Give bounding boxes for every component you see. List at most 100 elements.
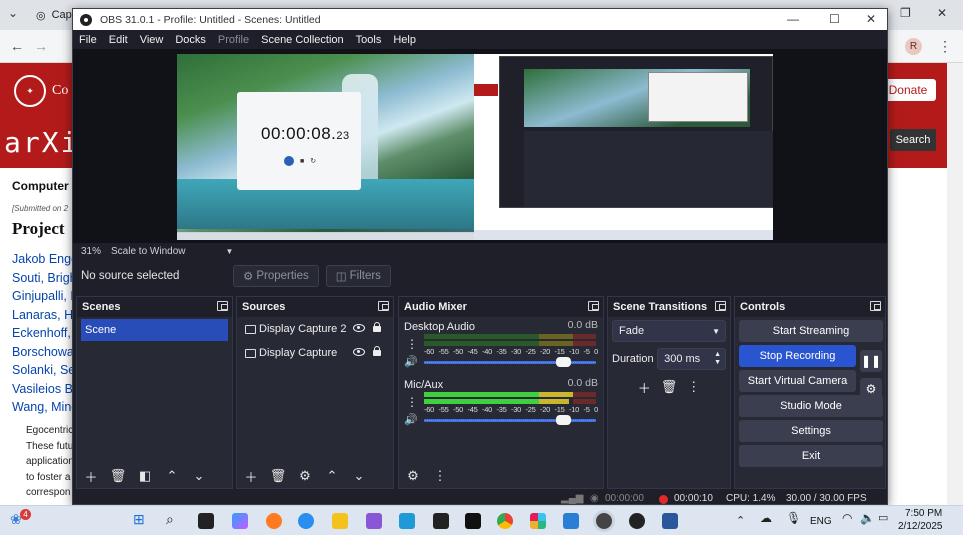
maximize-icon[interactable]: ☐ [829, 12, 840, 26]
add-source-icon[interactable]: ＋ [242, 467, 260, 485]
channel-menu-icon[interactable]: ⋮ [406, 395, 418, 409]
advanced-audio-gear-icon[interactable]: ⚙ [404, 467, 422, 485]
channel-menu-icon[interactable]: ⋮ [406, 337, 418, 351]
firefox-icon[interactable] [266, 513, 282, 529]
scale-dropdown-icon[interactable]: ▼ [225, 247, 233, 256]
volume-icon[interactable]: 🔈 [860, 511, 875, 525]
author-link[interactable]: Souti, Brigh [12, 269, 80, 288]
remove-scene-icon[interactable]: 🗑 [109, 467, 127, 485]
menu-view[interactable]: View [134, 34, 170, 46]
pause-recording-icon[interactable]: ❚❚ [860, 350, 882, 372]
undock-icon[interactable] [217, 301, 228, 311]
battery-icon[interactable]: ▭ [878, 511, 888, 524]
author-link[interactable]: Solanki, Se [12, 361, 80, 380]
microphone-icon[interactable]: 🎙 [786, 511, 801, 525]
transition-select[interactable]: Fade ▼ [612, 320, 726, 342]
menu-file[interactable]: File [73, 34, 103, 46]
profile-avatar[interactable]: R [905, 38, 922, 55]
speaker-icon[interactable]: 🔊 [404, 413, 418, 426]
author-link[interactable]: Jakob Enge [12, 250, 80, 269]
menu-tools[interactable]: Tools [350, 34, 388, 46]
author-link[interactable]: Wang, Ming [12, 398, 80, 417]
source-item[interactable]: Display Capture 2 [237, 317, 393, 341]
clock-time[interactable]: 7:50 PM [905, 508, 942, 519]
clion-icon[interactable] [433, 513, 449, 529]
undock-icon[interactable] [378, 301, 389, 311]
visibility-eye-icon[interactable] [353, 324, 365, 332]
scene-filters-icon[interactable]: ◧ [136, 467, 154, 485]
properties-button[interactable]: ⚙ Properties [233, 265, 319, 287]
lock-icon[interactable] [373, 346, 381, 356]
settings-button[interactable]: Settings [739, 420, 883, 442]
transition-menu-icon[interactable]: ⋮ [687, 379, 700, 395]
volume-slider-handle[interactable] [556, 357, 571, 367]
donate-button[interactable]: Donate [880, 79, 936, 101]
restore-icon[interactable]: ❐ [900, 6, 911, 20]
slack-icon[interactable] [530, 513, 546, 529]
source-properties-icon[interactable]: ⚙ [296, 467, 314, 485]
move-up-icon[interactable]: ⌃ [163, 467, 181, 485]
chrome-icon[interactable] [497, 513, 513, 529]
word-icon[interactable] [662, 513, 678, 529]
clock-date[interactable]: 2/12/2025 [898, 521, 943, 532]
obs-title-bar[interactable]: OBS 31.0.1 - Profile: Untitled - Scenes:… [73, 9, 887, 30]
volume-slider-handle[interactable] [556, 415, 571, 425]
author-link[interactable]: Lanaras, H [12, 306, 80, 325]
speaker-icon[interactable]: 🔊 [404, 355, 418, 368]
mixer-menu-icon[interactable]: ⋮ [431, 467, 449, 485]
add-scene-icon[interactable]: ＋ [82, 467, 100, 485]
start-streaming-button[interactable]: Start Streaming [739, 320, 883, 342]
author-link[interactable]: Ginjupalli, D [12, 287, 80, 306]
duration-spinbox[interactable]: 300 ms ▲ ▼ [657, 348, 726, 370]
search-button[interactable]: Search [890, 129, 936, 151]
search-icon[interactable]: ⌕ [166, 511, 174, 528]
task-view-icon[interactable] [198, 513, 214, 529]
remove-transition-icon[interactable]: 🗑 [661, 379, 678, 395]
menu-help[interactable]: Help [387, 34, 422, 46]
file-explorer-icon[interactable] [332, 513, 348, 529]
close-icon[interactable]: ✕ [937, 6, 947, 20]
back-icon[interactable]: ← [10, 38, 24, 54]
obs-taskbar-icon[interactable] [629, 513, 645, 529]
stop-recording-button[interactable]: Stop Recording [739, 345, 856, 367]
move-up-icon[interactable]: ⌃ [323, 467, 341, 485]
author-link[interactable]: Vasileios Ba [12, 380, 80, 399]
vscode-icon[interactable] [563, 513, 579, 529]
scene-item[interactable]: Scene [81, 319, 228, 341]
move-down-icon[interactable]: ⌄ [190, 467, 208, 485]
tab-list-chevron-icon[interactable]: ⌄ [8, 6, 18, 20]
start-icon[interactable]: ⊞ [133, 511, 145, 528]
wifi-icon[interactable]: ◠ [842, 511, 852, 525]
language-indicator[interactable]: ENG [810, 516, 832, 527]
app-icon[interactable] [399, 513, 415, 529]
pycharm-icon[interactable] [465, 513, 481, 529]
source-item[interactable]: Display Capture [237, 341, 393, 365]
undock-icon[interactable] [715, 301, 726, 311]
start-virtual-camera-button[interactable]: Start Virtual Camera [739, 370, 856, 392]
scale-mode[interactable]: Scale to Window [111, 246, 185, 257]
visibility-eye-icon[interactable] [353, 348, 365, 356]
close-icon[interactable]: ✕ [866, 12, 876, 26]
add-transition-icon[interactable]: ＋ [638, 378, 651, 397]
remove-source-icon[interactable]: 🗑 [269, 467, 287, 485]
author-link[interactable]: Eckenhoff, [12, 324, 80, 343]
clock-app-icon[interactable] [596, 513, 612, 529]
page-scrollbar[interactable] [947, 63, 963, 505]
menu-scene-collection[interactable]: Scene Collection [255, 34, 350, 46]
menu-profile[interactable]: Profile [212, 34, 255, 46]
minimize-icon[interactable]: — [787, 12, 799, 26]
cloud-icon[interactable]: ☁ [760, 511, 772, 525]
filters-button[interactable]: ◫ Filters [325, 265, 391, 287]
copilot-icon[interactable] [232, 513, 248, 529]
app-icon[interactable] [298, 513, 314, 529]
virtual-camera-gear-icon[interactable]: ⚙ [860, 378, 882, 400]
move-down-icon[interactable]: ⌄ [350, 467, 368, 485]
undock-icon[interactable] [870, 301, 881, 311]
undock-icon[interactable] [588, 301, 599, 311]
browser-menu-icon[interactable]: ⋮ [938, 38, 952, 55]
exit-button[interactable]: Exit [739, 445, 883, 467]
menu-edit[interactable]: Edit [103, 34, 134, 46]
menu-docks[interactable]: Docks [169, 34, 212, 46]
forward-icon[interactable]: → [34, 38, 48, 54]
lock-icon[interactable] [373, 322, 381, 332]
